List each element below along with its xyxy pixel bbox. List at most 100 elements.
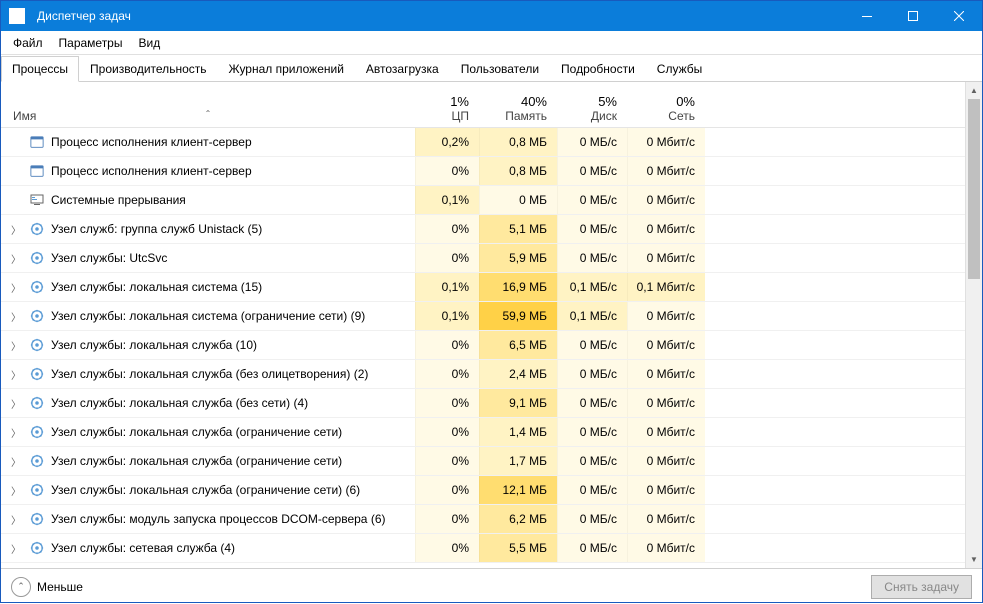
- system-icon: [29, 192, 45, 208]
- gear-icon: [29, 540, 45, 556]
- process-row[interactable]: 〉Узел службы: UtcSvc0%5,9 МБ0 МБ/с0 Мбит…: [1, 244, 965, 273]
- memory-cell: 6,2 МБ: [479, 505, 557, 533]
- gear-icon: [29, 395, 45, 411]
- expand-chevron-icon[interactable]: 〉: [9, 309, 23, 324]
- expand-chevron-icon[interactable]: 〉: [9, 425, 23, 440]
- network-cell: 0 Мбит/с: [627, 360, 705, 388]
- scroll-thumb[interactable]: [968, 99, 980, 279]
- disk-cell: 0 МБ/с: [557, 505, 627, 533]
- tab-details[interactable]: Подробности: [550, 56, 646, 82]
- app-icon: [29, 134, 45, 150]
- process-name-cell: 〉 Узел службы: локальная система (огранич…: [1, 308, 415, 324]
- process-row[interactable]: 〉 Узел службы: модуль запуска процессов D…: [1, 505, 965, 534]
- col-header-name[interactable]: ⌃ Имя: [1, 109, 415, 123]
- minimize-button[interactable]: [844, 1, 890, 31]
- memory-cell: 5,1 МБ: [479, 215, 557, 243]
- cpu-cell: 0%: [415, 389, 479, 417]
- expand-chevron-icon[interactable]: 〉: [9, 396, 23, 411]
- footer-bar: ⌃ Меньше Снять задачу: [1, 568, 982, 604]
- process-row[interactable]: 〉Узел службы: локальная служба (ограниче…: [1, 418, 965, 447]
- col-header-network[interactable]: 0% Сеть: [627, 94, 705, 123]
- expand-chevron-icon[interactable]: 〉: [9, 512, 23, 527]
- scroll-track[interactable]: [966, 99, 982, 551]
- process-name-cell: 〉 Узел службы: локальная служба (без сети…: [1, 395, 415, 411]
- scroll-down-button[interactable]: ▼: [966, 551, 982, 568]
- disk-cell: 0 МБ/с: [557, 331, 627, 359]
- end-task-button[interactable]: Снять задачу: [871, 575, 972, 599]
- col-name-label: Имя: [13, 109, 415, 123]
- expand-chevron-icon[interactable]: 〉: [9, 222, 23, 237]
- expand-chevron-icon[interactable]: 〉: [9, 454, 23, 469]
- process-name-cell: 〉Узел службы: локальная служба (ограниче…: [1, 453, 415, 469]
- process-row[interactable]: 〉 Узел службы: локальная служба (без сети…: [1, 389, 965, 418]
- disk-cell: 0 МБ/с: [557, 186, 627, 214]
- cpu-label: ЦП: [415, 109, 479, 123]
- process-row[interactable]: 〉Процесс исполнения клиент-сервер0,2%0,8…: [1, 128, 965, 157]
- process-row[interactable]: 〉Узел службы: локальная система (15)0,1%…: [1, 273, 965, 302]
- tab-startup[interactable]: Автозагрузка: [355, 56, 450, 82]
- col-header-memory[interactable]: 40% Память: [479, 94, 557, 123]
- vertical-scrollbar[interactable]: ▲ ▼: [965, 82, 982, 568]
- process-name: Системные прерывания: [51, 193, 186, 207]
- expand-chevron-icon[interactable]: 〉: [9, 338, 23, 353]
- gear-icon: [29, 366, 45, 382]
- process-name: Узел службы: локальная система (15): [51, 280, 262, 294]
- process-row[interactable]: 〉Узел службы: сетевая служба (4)0%5,5 МБ…: [1, 534, 965, 563]
- expand-chevron-icon[interactable]: 〉: [9, 541, 23, 556]
- tab-app-history[interactable]: Журнал приложений: [218, 56, 355, 82]
- sort-chevron-icon: ⌃: [205, 109, 212, 118]
- process-row[interactable]: 〉Узел службы: локальная служба (ограниче…: [1, 447, 965, 476]
- process-name-cell: 〉Процесс исполнения клиент-сервер: [1, 163, 415, 179]
- expand-chevron-icon[interactable]: 〉: [9, 483, 23, 498]
- disk-cell: 0 МБ/с: [557, 476, 627, 504]
- memory-cell: 12,1 МБ: [479, 476, 557, 504]
- network-cell: 0 Мбит/с: [627, 505, 705, 533]
- process-name-cell: 〉Системные прерывания: [1, 192, 415, 208]
- close-button[interactable]: [936, 1, 982, 31]
- process-row[interactable]: 〉Узел службы: локальная служба (10)0%6,5…: [1, 331, 965, 360]
- process-name: Узел служб: группа служб Unistack (5): [51, 222, 262, 236]
- process-name: Узел службы: локальная система (ограниче…: [51, 309, 365, 323]
- tab-performance[interactable]: Производительность: [79, 56, 217, 82]
- menu-file[interactable]: Файл: [5, 33, 51, 53]
- network-label: Сеть: [627, 109, 705, 123]
- process-row[interactable]: 〉 Узел службы: локальная система (огранич…: [1, 302, 965, 331]
- process-name: Узел службы: модуль запуска процессов DC…: [51, 512, 385, 526]
- col-header-disk[interactable]: 5% Диск: [557, 94, 627, 123]
- network-cell: 0,1 Мбит/с: [627, 273, 705, 301]
- tab-processes[interactable]: Процессы: [1, 56, 79, 82]
- expand-chevron-icon[interactable]: 〉: [9, 367, 23, 382]
- gear-icon: [29, 482, 45, 498]
- col-header-cpu[interactable]: 1% ЦП: [415, 94, 479, 123]
- fewer-details-button[interactable]: ⌃ Меньше: [11, 577, 83, 597]
- cpu-usage-value: 1%: [415, 94, 479, 109]
- process-name: Узел службы: сетевая служба (4): [51, 541, 235, 555]
- table-header: ⌃ Имя 1% ЦП 40% Память 5% Диск 0% Сеть: [1, 82, 965, 128]
- process-row[interactable]: 〉Системные прерывания0,1%0 МБ0 МБ/с0 Мби…: [1, 186, 965, 215]
- menu-bar: Файл Параметры Вид: [1, 31, 982, 55]
- network-cell: 0 Мбит/с: [627, 534, 705, 562]
- scroll-up-button[interactable]: ▲: [966, 82, 982, 99]
- tab-services[interactable]: Службы: [646, 56, 713, 82]
- process-row[interactable]: 〉 Узел служб: группа служб Unistack (5) 0%…: [1, 215, 965, 244]
- disk-cell: 0,1 МБ/с: [557, 302, 627, 330]
- process-row[interactable]: 〉Узел службы: локальная служба (ограниче…: [1, 476, 965, 505]
- memory-usage-value: 40%: [479, 94, 557, 109]
- menu-options[interactable]: Параметры: [51, 33, 131, 53]
- network-cell: 0 Мбит/с: [627, 331, 705, 359]
- maximize-button[interactable]: [890, 1, 936, 31]
- cpu-cell: 0%: [415, 505, 479, 533]
- disk-cell: 0,1 МБ/с: [557, 273, 627, 301]
- memory-cell: 5,9 МБ: [479, 244, 557, 272]
- memory-cell: 0,8 МБ: [479, 128, 557, 156]
- process-row[interactable]: 〉Узел службы: локальная служба (без олиц…: [1, 360, 965, 389]
- process-name: Узел службы: локальная служба (без сети)…: [51, 396, 308, 410]
- cpu-cell: 0%: [415, 215, 479, 243]
- menu-view[interactable]: Вид: [130, 33, 168, 53]
- expand-chevron-icon[interactable]: 〉: [9, 280, 23, 295]
- network-cell: 0 Мбит/с: [627, 244, 705, 272]
- process-row[interactable]: 〉Процесс исполнения клиент-сервер0%0,8 М…: [1, 157, 965, 186]
- network-cell: 0 Мбит/с: [627, 186, 705, 214]
- tab-users[interactable]: Пользователи: [450, 56, 550, 82]
- expand-chevron-icon[interactable]: 〉: [9, 251, 23, 266]
